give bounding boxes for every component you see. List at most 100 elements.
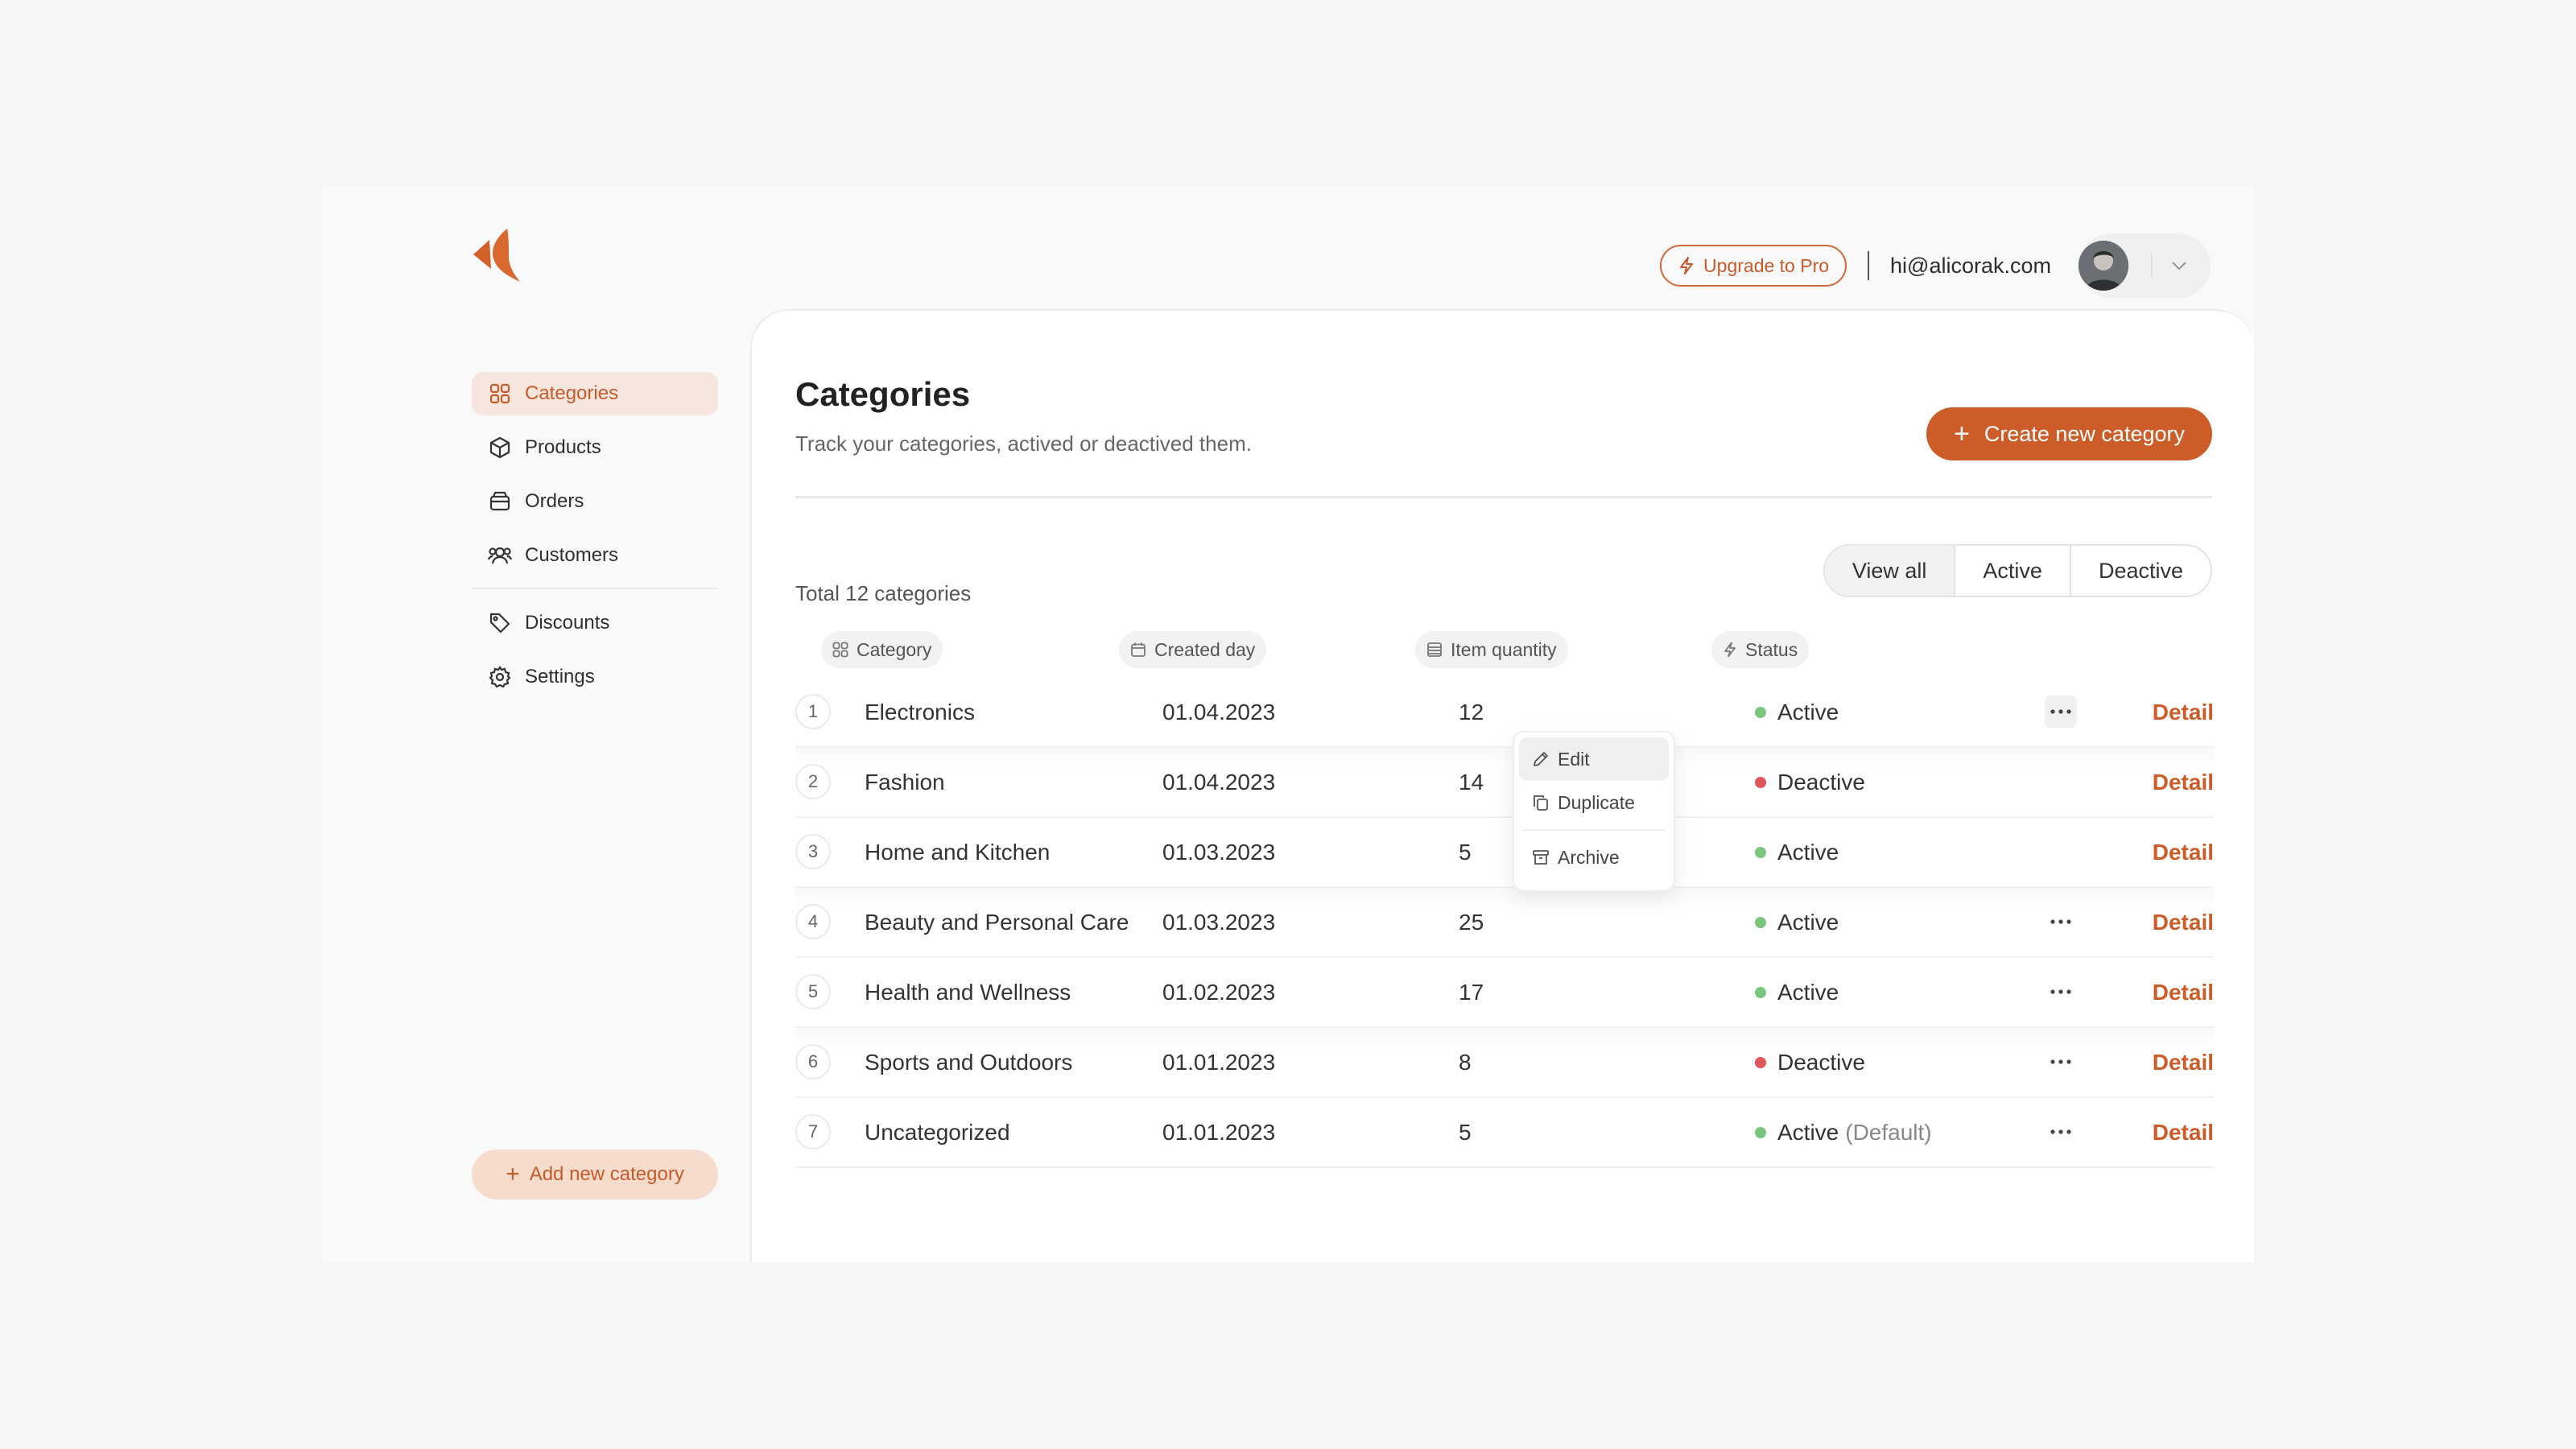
- page-subtitle: Track your categories, actived or deacti…: [795, 431, 1252, 456]
- cell-created: 01.03.2023: [1162, 839, 1276, 865]
- app-window: Categories Products Orders Customers Dis…: [322, 187, 2254, 1262]
- row-number: 5: [795, 974, 831, 1009]
- more-horizontal-icon: [2050, 1059, 2071, 1064]
- status-dot-active: [1755, 1126, 1766, 1138]
- row-number: 1: [795, 694, 831, 729]
- sidebar-item-discounts[interactable]: Discounts: [472, 601, 718, 645]
- row-number: 4: [795, 904, 831, 939]
- table-row[interactable]: 6 Sports and Outdoors 01.01.2023 8 Deact…: [795, 1028, 2214, 1098]
- sidebar-nav: Categories Products Orders Customers Dis…: [472, 372, 718, 709]
- cell-category: Sports and Outdoors: [865, 1049, 1073, 1075]
- table-row[interactable]: 3 Home and Kitchen 01.03.2023 5 Active D…: [795, 818, 2214, 888]
- cell-category: Home and Kitchen: [865, 839, 1051, 865]
- menu-item-duplicate[interactable]: Duplicate: [1519, 781, 1669, 824]
- sidebar-item-label: Discounts: [525, 612, 610, 634]
- sidebar-item-customers[interactable]: Customers: [472, 534, 718, 577]
- default-tag: (Default): [1845, 1119, 1932, 1145]
- cell-created: 01.02.2023: [1162, 979, 1276, 1005]
- status-dot-active: [1755, 846, 1766, 858]
- column-header-label: Category: [857, 638, 932, 660]
- detail-link[interactable]: Detail: [2153, 1098, 2214, 1166]
- create-button-label: Create new category: [1984, 421, 2185, 446]
- column-header-quantity[interactable]: Item quantity: [1415, 631, 1568, 668]
- sidebar-item-label: Customers: [525, 544, 619, 566]
- cell-status: Active: [1755, 818, 1839, 886]
- filter-deactive[interactable]: Deactive: [2069, 546, 2211, 596]
- sidebar-item-orders[interactable]: Orders: [472, 480, 718, 523]
- column-header-label: Created day: [1154, 638, 1256, 660]
- user-menu[interactable]: [2079, 233, 2211, 298]
- filter-view-all[interactable]: View all: [1824, 546, 1955, 596]
- chevron-down-icon: [2170, 260, 2188, 271]
- archive-icon: [1532, 848, 1550, 866]
- column-header-label: Status: [1745, 638, 1798, 660]
- table-row[interactable]: 7 Uncategorized 01.01.2023 5 Active (Def…: [795, 1098, 2214, 1168]
- sidebar-item-settings[interactable]: Settings: [472, 655, 718, 699]
- cell-category: Uncategorized: [865, 1119, 1010, 1145]
- cell-status: Active (Default): [1755, 1098, 1932, 1166]
- status-filter: View all Active Deactive: [1823, 544, 2212, 597]
- detail-link[interactable]: Detail: [2153, 1028, 2214, 1096]
- status-label: Active: [1777, 1119, 1839, 1145]
- row-actions-button[interactable]: [2045, 1116, 2077, 1148]
- cell-created: 01.04.2023: [1162, 769, 1276, 795]
- filter-active[interactable]: Active: [1954, 546, 2070, 596]
- sidebar-item-label: Products: [525, 436, 601, 458]
- status-label: Active: [1777, 909, 1839, 935]
- cell-status: Active: [1755, 678, 1839, 746]
- status-label: Deactive: [1777, 769, 1865, 795]
- detail-link[interactable]: Detail: [2153, 818, 2214, 886]
- status-label: Active: [1777, 699, 1839, 724]
- add-new-category-label: Add new category: [529, 1163, 684, 1185]
- row-context-menu: Edit Duplicate Archive: [1513, 731, 1675, 892]
- cell-quantity: 17: [1459, 979, 1484, 1005]
- add-new-category-button[interactable]: + Add new category: [472, 1150, 718, 1199]
- table-row[interactable]: 4 Beauty and Personal Care 01.03.2023 25…: [795, 888, 2214, 958]
- column-header-created[interactable]: Created day: [1119, 631, 1267, 668]
- pencil-icon: [1532, 750, 1550, 768]
- cell-quantity: 25: [1459, 909, 1484, 935]
- cell-quantity: 8: [1459, 1049, 1472, 1075]
- user-menu-divider: [2151, 254, 2153, 278]
- box-icon: [488, 436, 512, 460]
- upgrade-to-pro-button[interactable]: Upgrade to Pro: [1660, 245, 1847, 287]
- more-horizontal-icon: [2050, 1129, 2071, 1134]
- row-actions-button[interactable]: [2045, 976, 2077, 1008]
- detail-link[interactable]: Detail: [2153, 748, 2214, 816]
- more-horizontal-icon: [2050, 709, 2071, 714]
- archive-box-icon: [488, 489, 512, 514]
- status-dot-deactive: [1755, 776, 1766, 788]
- table-row[interactable]: 5 Health and Wellness 01.02.2023 17 Acti…: [795, 958, 2214, 1028]
- detail-link[interactable]: Detail: [2153, 678, 2214, 746]
- user-email: hi@alicorak.com: [1890, 253, 2051, 278]
- status-dot-active: [1755, 916, 1766, 928]
- row-actions-button[interactable]: [2045, 906, 2077, 938]
- detail-link[interactable]: Detail: [2153, 958, 2214, 1026]
- cell-status: Deactive: [1755, 1028, 1865, 1096]
- tag-icon: [488, 611, 512, 635]
- grid-icon: [488, 382, 512, 406]
- column-header-status[interactable]: Status: [1711, 631, 1810, 668]
- brand-logo[interactable]: [472, 227, 523, 283]
- detail-link[interactable]: Detail: [2153, 888, 2214, 956]
- header-divider: [1868, 251, 1870, 280]
- sidebar-item-products[interactable]: Products: [472, 426, 718, 469]
- status-label: Active: [1777, 839, 1839, 865]
- menu-item-archive[interactable]: Archive: [1519, 836, 1669, 879]
- row-number: 6: [795, 1044, 831, 1080]
- row-actions-button[interactable]: [2045, 696, 2077, 728]
- more-horizontal-icon: [2050, 989, 2071, 994]
- lightning-icon: [1678, 256, 1695, 275]
- row-actions-button[interactable]: [2045, 1046, 2077, 1078]
- cell-created: 01.01.2023: [1162, 1049, 1276, 1075]
- table-row[interactable]: 1 Electronics 01.04.2023 12 Active Detai…: [795, 678, 2214, 748]
- sidebar-item-categories[interactable]: Categories: [472, 372, 718, 415]
- create-new-category-button[interactable]: + Create new category: [1926, 407, 2212, 460]
- menu-item-edit[interactable]: Edit: [1519, 737, 1669, 781]
- status-dot-active: [1755, 986, 1766, 998]
- sidebar-divider: [472, 588, 718, 589]
- table-row[interactable]: 2 Fashion 01.04.2023 14 Deactive Detail: [795, 748, 2214, 818]
- menu-divider: [1522, 829, 1666, 831]
- column-header-category[interactable]: Category: [821, 631, 943, 668]
- main-panel: Categories Track your categories, active…: [750, 309, 2254, 1262]
